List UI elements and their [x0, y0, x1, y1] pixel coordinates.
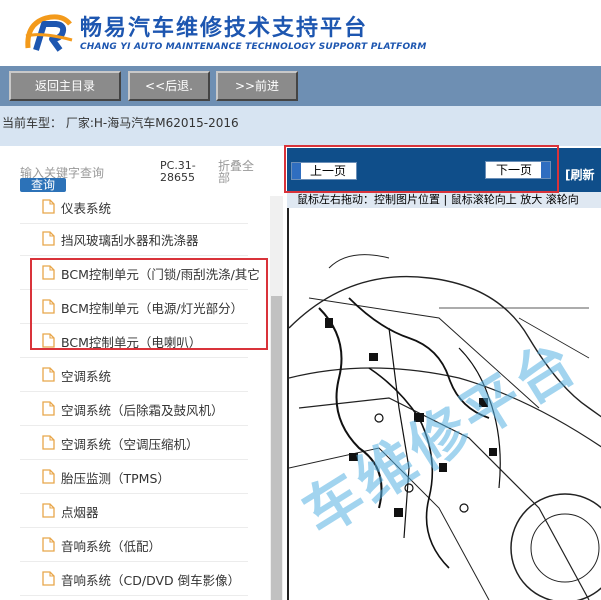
sidebar: 输入关键字查询 查询 PC.31-28655 折叠全部 仪表系统 挡风玻璃刮水器…: [0, 146, 283, 600]
arrow-right-icon: [541, 162, 550, 178]
next-page-label: 下一页: [495, 163, 532, 177]
tree-item-label: BCM控制单元（电源/灯光部分）: [61, 301, 244, 316]
home-button[interactable]: 返回主目录: [9, 71, 121, 101]
brand-title: 畅易汽车维修技术支持平台: [80, 16, 369, 41]
tree-item-label: 空调系统（空调压缩机）: [61, 437, 199, 452]
tree-list: 仪表系统 挡风玻璃刮水器和洗涤器 BCM控制单元（门锁/雨刮洗涤/其它 BCM控…: [20, 196, 270, 600]
tree-item[interactable]: 胎压监测（TPMS）: [20, 460, 248, 494]
tree-item-label: 点烟器: [61, 505, 99, 520]
nav-bar: 返回主目录 <<后退. >>前进: [0, 66, 601, 106]
tree-item[interactable]: BCM控制单元（电源/灯光部分）: [20, 290, 248, 324]
document-icon: [42, 571, 55, 586]
tree-item[interactable]: 音响系统（低配）: [20, 528, 248, 562]
current-vehicle-label: 当前车型： 厂家:H-海马汽车M62015-2016: [2, 116, 239, 130]
tree-item-label: 仪表系统: [61, 201, 112, 216]
scrollbar-thumb[interactable]: [271, 296, 282, 600]
document-icon: [42, 503, 55, 518]
vehicle-bar: 当前车型： 厂家:H-海马汽车M62015-2016: [0, 106, 601, 146]
tree-item-label: 挡风玻璃刮水器和洗涤器: [61, 233, 199, 248]
tree-item[interactable]: 音响系统（CD/DVD 倒车影像）: [20, 562, 248, 596]
document-icon: [42, 367, 55, 382]
brand-subtitle: CHANG YI AUTO MAINTENANCE TECHNOLOGY SUP…: [80, 42, 427, 52]
tree-item[interactable]: 仪表系统: [20, 196, 248, 224]
tree-item-label: 音响系统（低配）: [61, 539, 162, 554]
document-icon: [42, 199, 55, 214]
tree-item-label: BCM控制单元（门锁/雨刮洗涤/其它: [61, 267, 260, 282]
document-icon: [42, 537, 55, 552]
tree-item[interactable]: BCM控制单元（电喇叭）: [20, 324, 248, 358]
viewer-toolbar: 上一页 下一页 [刷新: [287, 148, 601, 192]
tree-item-label: 音响系统（CD/DVD 倒车影像）: [61, 573, 241, 588]
viewer-instruction: 鼠标左右拖动：控制图片位置 | 鼠标滚轮向上 放大 滚轮向: [287, 192, 601, 208]
tree-item[interactable]: 空调系统（后除霜及鼓风机）: [20, 392, 248, 426]
tree-item[interactable]: 空调系统: [20, 358, 248, 392]
wiring-diagram[interactable]: 车维修平台: [287, 208, 601, 600]
collapse-all-link[interactable]: 折叠全部: [218, 160, 258, 184]
tree-item[interactable]: 空调系统（空调压缩机）: [20, 426, 248, 460]
app-header: 畅易汽车维修技术支持平台 CHANG YI AUTO MAINTENANCE T…: [0, 0, 601, 66]
tree-item-label: 胎压监测（TPMS）: [61, 471, 170, 486]
arrow-left-icon: [292, 163, 301, 179]
forward-button[interactable]: >>前进: [216, 71, 298, 101]
document-icon: [42, 265, 55, 280]
diagram-viewer: 上一页 下一页 [刷新 鼠标左右拖动：控制图片位置 | 鼠标滚轮向上 放大 滚轮…: [287, 148, 601, 600]
document-icon: [42, 231, 55, 246]
tree-item-label: BCM控制单元（电喇叭）: [61, 335, 202, 350]
tree-item[interactable]: BCM控制单元（门锁/雨刮洗涤/其它: [20, 256, 260, 290]
tree-item-label: 空调系统: [61, 369, 112, 384]
tree-item-label: 空调系统（后除霜及鼓风机）: [61, 403, 224, 418]
tree-item[interactable]: 点烟器: [20, 494, 248, 528]
logo-icon: [25, 14, 73, 52]
next-page-button[interactable]: 下一页: [485, 161, 551, 179]
document-icon: [42, 401, 55, 416]
refresh-link[interactable]: [刷新: [565, 166, 595, 183]
search-button[interactable]: 查询: [20, 178, 66, 192]
back-button[interactable]: <<后退.: [128, 71, 210, 101]
document-icon: [42, 435, 55, 450]
prev-page-label: 上一页: [309, 164, 346, 178]
document-icon: [42, 299, 55, 314]
tree-item[interactable]: 挡风玻璃刮水器和洗涤器: [20, 222, 248, 256]
prev-page-button[interactable]: 上一页: [291, 162, 357, 180]
document-icon: [42, 469, 55, 484]
sidebar-scrollbar[interactable]: [270, 196, 283, 600]
document-icon: [42, 333, 55, 348]
pc-code: PC.31-28655: [160, 159, 196, 184]
